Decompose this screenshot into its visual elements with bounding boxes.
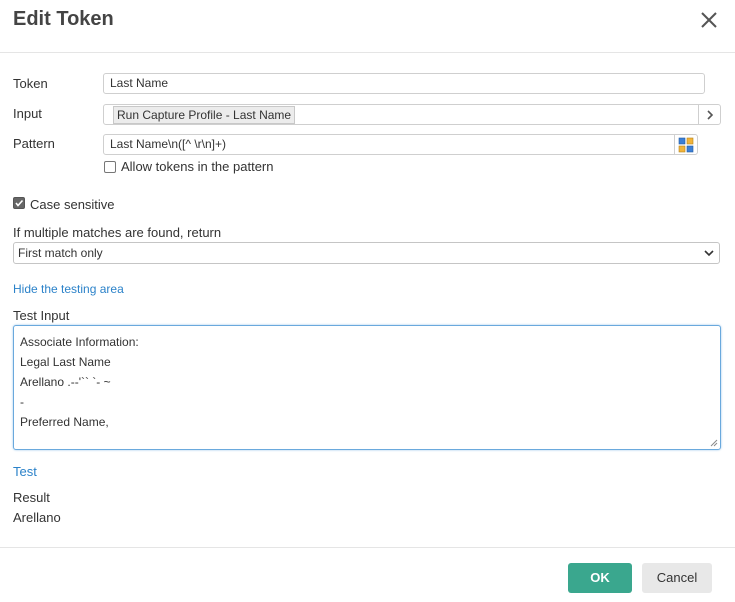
grid-builder-icon	[678, 137, 694, 152]
checkmark-icon	[15, 199, 24, 207]
resize-handle-icon[interactable]	[710, 439, 718, 447]
token-label: Token	[13, 76, 48, 91]
input-token-chip[interactable]: Run Capture Profile - Last Name	[113, 106, 296, 124]
test-input-textarea[interactable]: Associate Information: Legal Last Name A…	[13, 325, 721, 450]
dialog-title: Edit Token	[13, 8, 114, 30]
pattern-label: Pattern	[13, 136, 55, 151]
chevron-down-icon	[704, 250, 714, 257]
dialog-header: Edit Token	[0, 0, 735, 53]
select-value: First match only	[18, 246, 103, 260]
ok-button[interactable]: OK	[568, 563, 632, 593]
multiple-matches-label: If multiple matches are found, return	[13, 225, 222, 240]
test-line: Associate Information:	[20, 335, 139, 349]
close-icon[interactable]	[699, 10, 719, 30]
test-link[interactable]: Test	[13, 464, 37, 479]
test-input-label: Test Input	[13, 308, 70, 323]
test-line: Preferred Name,	[20, 415, 109, 429]
chevron-right-icon	[706, 109, 713, 120]
test-line: Legal Last Name	[20, 355, 111, 369]
cancel-button[interactable]: Cancel	[642, 563, 712, 593]
input-expand-button[interactable]	[698, 105, 720, 124]
case-sensitive-checkbox[interactable]	[13, 197, 25, 209]
hide-testing-link[interactable]: Hide the testing area	[13, 282, 124, 296]
allow-tokens-checkbox[interactable]	[104, 161, 116, 173]
result-label: Result	[13, 490, 50, 505]
input-field[interactable]: Run Capture Profile - Last Name	[103, 104, 721, 125]
input-label: Input	[13, 106, 42, 121]
case-sensitive-label: Case sensitive	[30, 197, 115, 212]
test-line: -	[20, 395, 24, 409]
allow-tokens-label: Allow tokens in the pattern	[121, 159, 274, 174]
pattern-input[interactable]: Last Name\n([^ \r\n]+)	[103, 134, 698, 155]
token-input[interactable]: Last Name	[103, 73, 705, 94]
result-value: Arellano	[13, 510, 61, 525]
pattern-builder-button[interactable]	[674, 135, 697, 154]
test-line: Arellano .--'`` `- ~	[20, 375, 111, 389]
multiple-matches-select[interactable]: First match only	[13, 242, 720, 264]
pattern-value: Last Name\n([^ \r\n]+)	[110, 137, 227, 151]
